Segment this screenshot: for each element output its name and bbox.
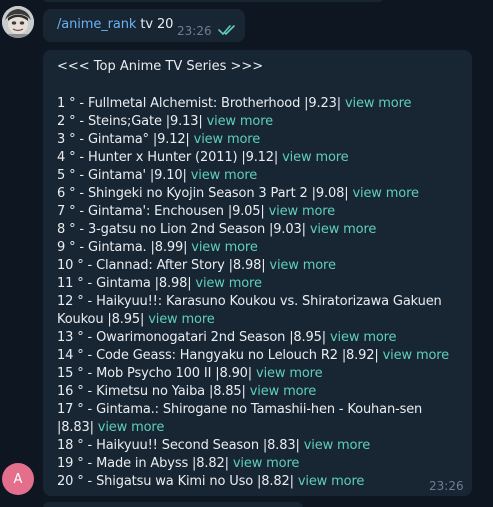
command-args: tv 20 xyxy=(136,17,174,32)
list-item: 3 ° - Gintama° |9.12| view more xyxy=(57,131,462,149)
list-item: 4 ° - Hunter x Hunter (2011) |9.12| view… xyxy=(57,149,462,167)
anime-entry-text: 7 ° - Gintama': Enchousen |9.05| xyxy=(57,204,265,219)
view-more-link[interactable]: view more xyxy=(282,150,349,165)
list-item: 20 ° - Shigatsu wa Kimi no Uso |8.82| vi… xyxy=(57,473,462,491)
list-item: 17 ° - Gintama.: Shirogane no Tamashii-h… xyxy=(57,401,462,437)
view-more-link[interactable]: view more xyxy=(352,186,419,201)
view-more-link[interactable]: view more xyxy=(191,168,258,183)
list-item: 12 ° - Haikyuu!!: Karasuno Koukou vs. Sh… xyxy=(57,293,462,329)
anime-entry-text: 14 ° - Code Geass: Hangyaku no Lelouch R… xyxy=(57,348,379,363)
anime-entry-text: 16 ° - Kimetsu no Yaiba |8.85| xyxy=(57,384,246,399)
message-timestamp: 23:26 xyxy=(177,24,212,38)
ranking-title: <<< Top Anime TV Series >>> xyxy=(57,59,264,74)
list-item: 2 ° - Steins;Gate |9.13| view more xyxy=(57,113,462,131)
anime-entry-text: 6 ° - Shingeki no Kyojin Season 3 Part 2… xyxy=(57,186,349,201)
list-item: 10 ° - Clannad: After Story |8.98| view … xyxy=(57,257,462,275)
anime-entry-text: 1 ° - Fullmetal Alchemist: Brotherhood |… xyxy=(57,96,341,111)
anime-entry-text: 12 ° - Haikyuu!!: Karasuno Koukou vs. Sh… xyxy=(57,294,442,327)
list-item: 13 ° - Owarimonogatari 2nd Season |8.95|… xyxy=(57,329,462,347)
list-item: 5 ° - Gintama' |9.10| view more xyxy=(57,167,462,185)
view-more-link[interactable]: view more xyxy=(304,438,371,453)
view-more-link[interactable]: view more xyxy=(269,204,336,219)
list-item: 16 ° - Kimetsu no Yaiba |8.85| view more xyxy=(57,383,462,401)
anime-entry-text: 8 ° - 3-gatsu no Lion 2nd Season |9.03| xyxy=(57,222,306,237)
previous-message-bubble xyxy=(43,0,383,2)
view-more-link[interactable]: view more xyxy=(250,384,317,399)
list-item: 7 ° - Gintama': Enchousen |9.05| view mo… xyxy=(57,203,462,221)
anime-entry-text: 2 ° - Steins;Gate |9.13| xyxy=(57,114,203,129)
chat-area: /anime_rank tv 20 23:26 <<< Top Anime TV… xyxy=(0,0,493,507)
user-avatar[interactable] xyxy=(2,6,34,38)
view-more-link[interactable]: view more xyxy=(233,456,300,471)
view-more-link[interactable]: view more xyxy=(207,114,274,129)
view-more-link[interactable]: view more xyxy=(269,258,336,273)
list-item: 1 ° - Fullmetal Alchemist: Brotherhood |… xyxy=(57,95,462,113)
command-link[interactable]: /anime_rank xyxy=(57,17,136,32)
anime-entry-text: 5 ° - Gintama' |9.10| xyxy=(57,168,187,183)
anime-entry-text: 20 ° - Shigatsu wa Kimi no Uso |8.82| xyxy=(57,474,294,489)
view-more-link[interactable]: view more xyxy=(298,474,365,489)
anime-entry-text: 13 ° - Owarimonogatari 2nd Season |8.95| xyxy=(57,330,327,345)
next-message-bubble xyxy=(43,502,303,507)
command-message-text: /anime_rank tv 20 xyxy=(57,17,173,32)
view-more-link[interactable]: view more xyxy=(383,348,450,363)
list-item: 11 ° - Gintama |8.98| view more xyxy=(57,275,462,293)
bot-avatar[interactable]: A xyxy=(2,463,34,495)
command-message-bubble: /anime_rank tv 20 23:26 xyxy=(43,9,245,42)
view-more-link[interactable]: view more xyxy=(191,240,258,255)
list-item: 6 ° - Shingeki no Kyojin Season 3 Part 2… xyxy=(57,185,462,203)
anime-entry-text: 4 ° - Hunter x Hunter (2011) |9.12| xyxy=(57,150,279,165)
anime-entry-text: 9 ° - Gintama. |8.99| xyxy=(57,240,188,255)
list-item: 9 ° - Gintama. |8.99| view more xyxy=(57,239,462,257)
list-item: 14 ° - Code Geass: Hangyaku no Lelouch R… xyxy=(57,347,462,365)
view-more-link[interactable]: view more xyxy=(148,312,215,327)
view-more-link[interactable]: view more xyxy=(98,420,165,435)
view-more-link[interactable]: view more xyxy=(256,366,323,381)
view-more-link[interactable]: view more xyxy=(195,276,262,291)
view-more-link[interactable]: view more xyxy=(310,222,377,237)
ranking-list: 1 ° - Fullmetal Alchemist: Brotherhood |… xyxy=(57,95,462,491)
anime-entry-text: 15 ° - Mob Psycho 100 II |8.90| xyxy=(57,366,253,381)
list-item: 19 ° - Made in Abyss |8.82| view more xyxy=(57,455,462,473)
anime-entry-text: 3 ° - Gintama° |9.12| xyxy=(57,132,190,147)
anime-entry-text: 10 ° - Clannad: After Story |8.98| xyxy=(57,258,266,273)
view-more-link[interactable]: view more xyxy=(330,330,397,345)
view-more-link[interactable]: view more xyxy=(194,132,261,147)
view-more-link[interactable]: view more xyxy=(345,96,412,111)
anime-entry-text: 11 ° - Gintama |8.98| xyxy=(57,276,192,291)
anime-entry-text: 18 ° - Haikyuu!! Second Season |8.83| xyxy=(57,438,300,453)
message-timestamp: 23:26 xyxy=(429,479,464,493)
list-item: 18 ° - Haikyuu!! Second Season |8.83| vi… xyxy=(57,437,462,455)
list-item: 8 ° - 3-gatsu no Lion 2nd Season |9.03| … xyxy=(57,221,462,239)
ranking-message-bubble: <<< Top Anime TV Series >>> 1 ° - Fullme… xyxy=(43,50,472,496)
double-check-icon xyxy=(218,25,235,36)
anime-entry-text: 19 ° - Made in Abyss |8.82| xyxy=(57,456,229,471)
list-item: 15 ° - Mob Psycho 100 II |8.90| view mor… xyxy=(57,365,462,383)
